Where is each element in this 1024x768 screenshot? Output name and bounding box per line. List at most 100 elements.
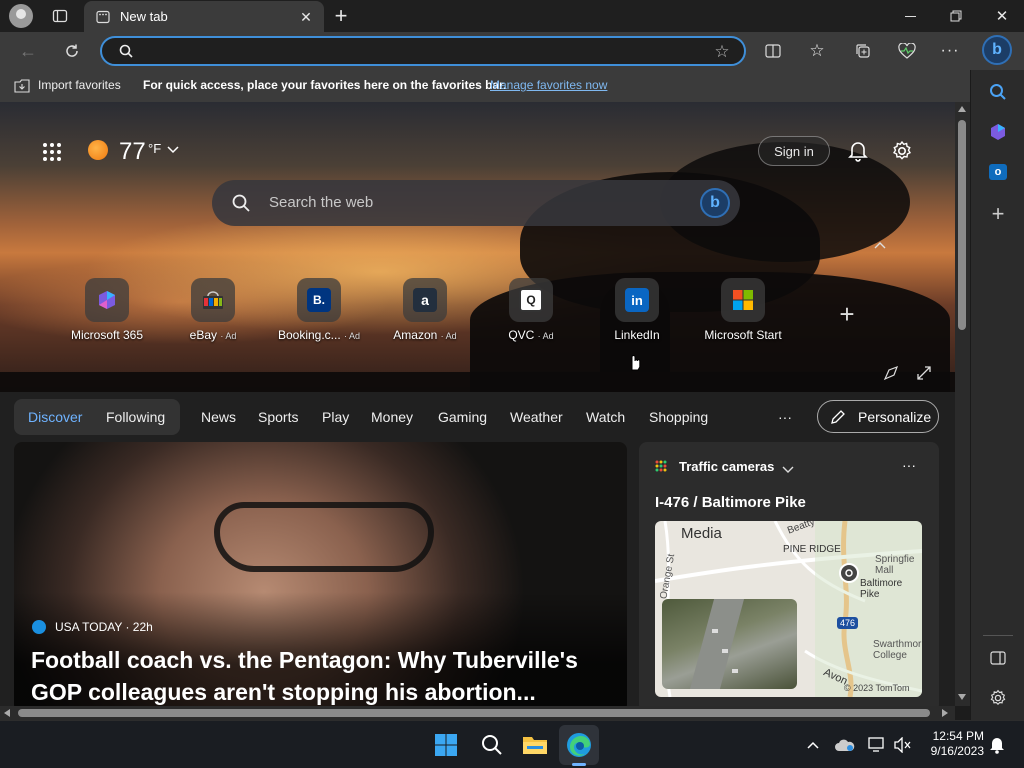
camera-pin-icon[interactable] — [839, 563, 859, 583]
sidebar-copilot-icon[interactable] — [986, 120, 1010, 144]
profile-avatar[interactable] — [9, 4, 33, 28]
story-photo-glasses — [214, 502, 434, 572]
bing-chat-icon[interactable]: b — [700, 188, 730, 218]
amazon-icon: a — [403, 278, 447, 322]
personalize-label: Personalize — [858, 409, 932, 425]
scroll-down-arrow-icon[interactable] — [958, 694, 966, 700]
qvc-icon: Q — [509, 278, 553, 322]
traffic-map[interactable]: Media Beatty PINE RIDGE Springfie Mall B… — [655, 521, 922, 697]
new-tab-page-icon — [95, 9, 111, 25]
personalize-button[interactable]: Personalize — [817, 400, 939, 433]
web-search-box[interactable]: Search the web b — [212, 180, 740, 226]
volume-muted-icon[interactable] — [892, 735, 914, 755]
add-quick-link-plus-icon[interactable]: + — [835, 299, 859, 329]
onedrive-cloud-icon[interactable] — [834, 735, 856, 755]
tab-title: New tab — [120, 9, 168, 24]
horizontal-scrollbar[interactable] — [0, 706, 955, 720]
restore-icon[interactable] — [942, 4, 970, 28]
microsoft-365-icon — [85, 278, 129, 322]
back-arrow-icon[interactable]: ← — [16, 40, 40, 62]
tab-watch[interactable]: Watch — [586, 409, 625, 425]
apps-grid-icon[interactable] — [40, 140, 64, 164]
scroll-up-arrow-icon[interactable] — [958, 106, 966, 112]
edge-sidebar: o + — [970, 70, 1024, 720]
taskbar-search-icon[interactable] — [478, 731, 506, 759]
windows-start-icon[interactable] — [432, 731, 460, 759]
collections-icon[interactable] — [852, 40, 874, 62]
address-bar[interactable]: ☆ — [100, 36, 746, 66]
sidebar-outlook-icon[interactable]: o — [986, 160, 1010, 184]
traffic-card-title[interactable]: Traffic cameras — [679, 459, 774, 474]
clock[interactable]: 12:54 PM 9/16/2023 — [920, 729, 984, 761]
traffic-icon — [655, 459, 667, 477]
traffic-camera-thumbnail[interactable] — [662, 599, 797, 689]
tab-discover[interactable]: Discover — [28, 409, 82, 425]
favorites-bar: Import favorites For quick access, place… — [0, 70, 970, 102]
favorite-star-icon[interactable]: ☆ — [712, 42, 732, 62]
weather-widget[interactable]: 77 °F — [86, 136, 186, 166]
browser-essentials-icon[interactable] — [896, 40, 918, 62]
split-screen-icon[interactable] — [762, 40, 784, 62]
mouse-cursor-icon — [628, 350, 642, 377]
search-icon — [232, 194, 250, 217]
tray-chevron-up-icon[interactable] — [804, 735, 822, 755]
scroll-thumb-horizontal[interactable] — [18, 709, 930, 717]
close-window-icon[interactable]: ✕ — [988, 4, 1016, 28]
scroll-right-arrow-icon[interactable] — [942, 709, 948, 717]
import-favorites-icon — [14, 78, 30, 94]
sign-in-button[interactable]: Sign in — [758, 136, 830, 166]
page-settings-gear-icon[interactable] — [890, 138, 914, 164]
sidebar-hide-icon[interactable] — [986, 646, 1010, 670]
refresh-icon[interactable] — [60, 40, 84, 62]
map-label-baltimore-pike: Baltimore Pike — [860, 578, 903, 600]
minimize-icon[interactable] — [896, 4, 924, 28]
notification-bell-icon[interactable] — [986, 734, 1008, 756]
sidebar-settings-gear-icon[interactable] — [986, 686, 1010, 710]
map-label-media: Media — [681, 525, 722, 542]
temperature-unit: °F — [148, 141, 162, 156]
story-headline[interactable]: Football coach vs. the Pentagon: Why Tub… — [31, 644, 591, 706]
notifications-bell-icon[interactable] — [846, 138, 870, 164]
chevron-down-icon[interactable] — [782, 461, 794, 479]
manage-favorites-link[interactable]: Manage favorites now — [490, 78, 607, 92]
tab-actions-icon[interactable] — [50, 6, 70, 26]
feed-more-button[interactable]: ··· — [778, 409, 792, 425]
favorites-icon[interactable]: ☆ — [806, 40, 828, 62]
tab-weather[interactable]: Weather — [510, 409, 563, 425]
tab-news[interactable]: News — [201, 409, 236, 425]
new-tab-plus-icon[interactable]: + — [330, 3, 352, 28]
title-bar: New tab ✕ + ✕ — [0, 0, 1024, 32]
quick-link-label: Microsoft Start — [704, 328, 782, 342]
linkedin-icon: in — [615, 278, 659, 322]
scroll-left-arrow-icon[interactable] — [4, 709, 10, 717]
traffic-more-button[interactable]: ··· — [902, 457, 916, 473]
edge-browser-icon[interactable] — [565, 731, 593, 759]
new-tab-page: 77 °F Sign in Search the web b Microsoft… — [0, 102, 955, 706]
import-favorites-button[interactable]: Import favorites — [38, 78, 121, 92]
tab-following[interactable]: Following — [106, 409, 165, 425]
vertical-scrollbar[interactable] — [955, 102, 970, 706]
close-tab-icon[interactable]: ✕ — [298, 9, 314, 25]
tab-sports[interactable]: Sports — [258, 409, 298, 425]
network-display-icon[interactable] — [866, 735, 888, 755]
expand-fullscreen-icon[interactable] — [914, 364, 934, 382]
ad-badge: · Ad — [220, 331, 237, 341]
sidebar-search-icon[interactable] — [986, 80, 1010, 104]
tab-new-tab[interactable]: New tab ✕ — [84, 1, 324, 32]
customize-background-icon[interactable] — [882, 364, 900, 382]
chevron-down-icon — [166, 142, 180, 160]
tab-gaming[interactable]: Gaming — [438, 409, 487, 425]
tab-shopping[interactable]: Shopping — [649, 409, 708, 425]
scroll-thumb[interactable] — [958, 120, 966, 330]
file-explorer-icon[interactable] — [521, 731, 549, 759]
map-label-pine-ridge: PINE RIDGE — [783, 544, 841, 555]
map-label-springfield: Springfie Mall — [875, 554, 915, 576]
main-story-card[interactable]: USA TODAY · 22h Football coach vs. the P… — [14, 442, 627, 706]
collapse-chevron-icon[interactable] — [872, 238, 888, 252]
sidebar-add-plus-icon[interactable]: + — [986, 201, 1010, 226]
copilot-icon[interactable]: b — [982, 35, 1012, 65]
settings-more-icon[interactable]: ··· — [938, 40, 962, 62]
tab-play[interactable]: Play — [322, 409, 349, 425]
tab-money[interactable]: Money — [371, 409, 413, 425]
quick-link-label: Amazon — [393, 328, 438, 342]
